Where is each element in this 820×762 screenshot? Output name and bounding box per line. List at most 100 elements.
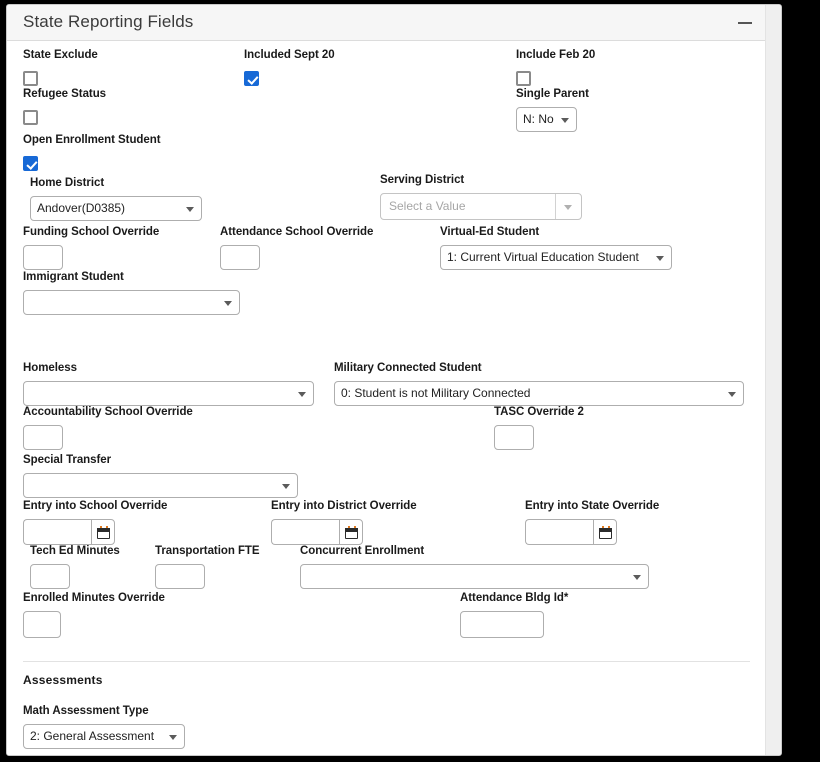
included-sept-20-label: Included Sept 20 bbox=[244, 49, 335, 61]
entry-into-state-override-datefield bbox=[525, 519, 617, 545]
field-tech-ed-minutes: Tech Ed Minutes bbox=[30, 545, 120, 589]
entry-into-state-override-calendar-button[interactable] bbox=[593, 519, 617, 545]
home-district-label: Home District bbox=[30, 177, 105, 189]
included-sept-20-checkbox[interactable] bbox=[244, 71, 259, 86]
include-feb-20-label: Include Feb 20 bbox=[516, 49, 596, 61]
assessments-heading: Assessments bbox=[23, 673, 103, 687]
attendance-school-override-input[interactable] bbox=[220, 245, 260, 270]
home-district-select[interactable]: Andover(D0385) bbox=[30, 196, 202, 221]
special-transfer-select[interactable] bbox=[23, 473, 298, 498]
entry-into-district-override-datefield bbox=[271, 519, 363, 545]
math-assessment-type-label: Math Assessment Type bbox=[23, 705, 149, 717]
page-title: State Reporting Fields bbox=[23, 12, 194, 31]
entry-into-school-override-datefield bbox=[23, 519, 115, 545]
funding-school-override-input[interactable] bbox=[23, 245, 63, 270]
state-exclude-checkbox[interactable] bbox=[23, 71, 38, 86]
entry-into-state-override-label: Entry into State Override bbox=[525, 500, 660, 512]
attendance-school-override-label: Attendance School Override bbox=[220, 226, 374, 238]
field-serving-district: Serving District Select a Value bbox=[380, 174, 582, 220]
homeless-label: Homeless bbox=[23, 362, 77, 374]
math-assessment-type-select[interactable]: 2: General Assessment bbox=[23, 724, 185, 749]
chevron-down-icon bbox=[561, 118, 569, 123]
immigrant-student-select[interactable] bbox=[23, 290, 240, 315]
immigrant-student-value bbox=[30, 291, 217, 314]
field-accountability-school-override: Accountability School Override bbox=[23, 406, 193, 450]
vertical-scrollbar[interactable] bbox=[765, 5, 781, 755]
transportation-fte-label: Transportation FTE bbox=[155, 545, 260, 557]
entry-into-school-override-input[interactable] bbox=[23, 519, 91, 545]
chevron-down-icon bbox=[224, 301, 232, 306]
entry-into-school-override-label: Entry into School Override bbox=[23, 500, 168, 512]
tech-ed-minutes-input[interactable] bbox=[30, 564, 70, 589]
serving-district-select[interactable]: Select a Value bbox=[380, 193, 582, 220]
entry-into-state-override-input[interactable] bbox=[525, 519, 593, 545]
field-tasc-override-2: TASC Override 2 bbox=[494, 406, 584, 450]
entry-into-school-override-calendar-button[interactable] bbox=[91, 519, 115, 545]
field-attendance-school-override: Attendance School Override bbox=[220, 226, 373, 270]
special-transfer-label: Special Transfer bbox=[23, 454, 112, 466]
calendar-icon bbox=[599, 526, 612, 539]
chevron-down-icon bbox=[728, 392, 736, 397]
chevron-down-icon bbox=[282, 484, 290, 489]
refugee-status-checkbox[interactable] bbox=[23, 110, 38, 125]
open-enrollment-student-checkbox[interactable] bbox=[23, 156, 38, 171]
concurrent-enrollment-value bbox=[307, 565, 626, 588]
state-exclude-label: State Exclude bbox=[23, 49, 98, 61]
single-parent-value: N: No bbox=[523, 112, 554, 126]
serving-district-placeholder: Select a Value bbox=[389, 199, 466, 213]
chevron-down-icon bbox=[186, 207, 194, 212]
chevron-down-icon bbox=[169, 735, 177, 740]
concurrent-enrollment-select[interactable] bbox=[300, 564, 649, 589]
military-connected-student-select[interactable]: 0: Student is not Military Connected bbox=[334, 381, 744, 406]
military-connected-student-value: 0: Student is not Military Connected bbox=[341, 386, 531, 400]
attendance-bldg-id-input[interactable] bbox=[460, 611, 544, 638]
field-immigrant-student: Immigrant Student bbox=[23, 271, 240, 315]
transportation-fte-input[interactable] bbox=[155, 564, 205, 589]
field-homeless: Homeless bbox=[23, 362, 314, 406]
single-parent-select[interactable]: N: No bbox=[516, 107, 577, 132]
serving-district-label: Serving District bbox=[380, 174, 465, 186]
entry-into-district-override-calendar-button[interactable] bbox=[339, 519, 363, 545]
field-entry-into-district-override: Entry into District Override bbox=[271, 500, 417, 545]
serving-district-dropdown-button[interactable] bbox=[555, 194, 581, 219]
enrolled-minutes-override-label: Enrolled Minutes Override bbox=[23, 592, 165, 604]
tasc-override-2-input[interactable] bbox=[494, 425, 534, 450]
entry-into-district-override-input[interactable] bbox=[271, 519, 339, 545]
field-included-sept-20: Included Sept 20 bbox=[244, 49, 335, 86]
field-single-parent: Single Parent N: No bbox=[516, 88, 589, 132]
include-feb-20-checkbox[interactable] bbox=[516, 71, 531, 86]
field-home-district: Home District Andover(D0385) bbox=[30, 177, 202, 221]
refugee-status-label: Refugee Status bbox=[23, 88, 107, 100]
concurrent-enrollment-label: Concurrent Enrollment bbox=[300, 545, 425, 557]
attendance-bldg-id-label: Attendance Bldg Id* bbox=[460, 592, 569, 604]
field-funding-school-override: Funding School Override bbox=[23, 226, 159, 270]
immigrant-student-label: Immigrant Student bbox=[23, 271, 124, 283]
special-transfer-value bbox=[30, 474, 275, 497]
calendar-icon bbox=[345, 526, 358, 539]
field-entry-into-state-override: Entry into State Override bbox=[525, 500, 659, 545]
field-entry-into-school-override: Entry into School Override bbox=[23, 500, 167, 545]
chevron-down-icon bbox=[298, 392, 306, 397]
field-math-assessment-type: Math Assessment Type 2: General Assessme… bbox=[23, 705, 185, 749]
accountability-school-override-label: Accountability School Override bbox=[23, 406, 193, 418]
accountability-school-override-input[interactable] bbox=[23, 425, 63, 450]
state-reporting-card: State Reporting Fields State Exclude Inc… bbox=[6, 4, 782, 756]
form-body: State Exclude Included Sept 20 Include F… bbox=[7, 41, 766, 755]
state-reporting-panel: State Reporting Fields State Exclude Inc… bbox=[7, 5, 767, 755]
single-parent-label: Single Parent bbox=[516, 88, 589, 100]
entry-into-district-override-label: Entry into District Override bbox=[271, 500, 417, 512]
enrolled-minutes-override-input[interactable] bbox=[23, 611, 61, 638]
minus-icon[interactable] bbox=[736, 16, 754, 30]
field-transportation-fte: Transportation FTE bbox=[155, 545, 260, 589]
chevron-down-icon bbox=[564, 205, 572, 210]
home-district-value: Andover(D0385) bbox=[37, 201, 126, 215]
virtual-ed-student-select[interactable]: 1: Current Virtual Education Student bbox=[440, 245, 672, 270]
homeless-value bbox=[30, 382, 291, 405]
tech-ed-minutes-label: Tech Ed Minutes bbox=[30, 545, 120, 557]
math-assessment-type-value: 2: General Assessment bbox=[30, 729, 155, 743]
homeless-select[interactable] bbox=[23, 381, 314, 406]
panel-header: State Reporting Fields bbox=[7, 5, 766, 41]
screen-root: State Reporting Fields State Exclude Inc… bbox=[0, 0, 820, 762]
open-enrollment-student-label: Open Enrollment Student bbox=[23, 134, 161, 146]
calendar-icon bbox=[97, 526, 110, 539]
